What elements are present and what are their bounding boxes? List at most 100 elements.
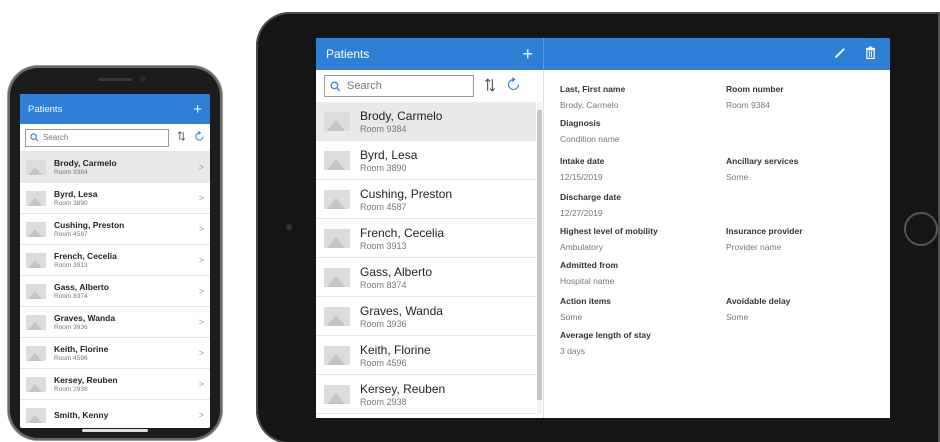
field-ancillary: Ancillary services Some (726, 156, 876, 182)
list-item[interactable]: Graves, Wanda Room 3936 > (20, 307, 210, 338)
tablet-device: Patients + Search Brody, Carmelo Room 93… (256, 12, 940, 442)
list-item[interactable]: Kersey, Reuben Room 2938 > (20, 369, 210, 400)
field-intake-date: Intake date 12/15/2019 (560, 156, 710, 182)
patient-name: Graves, Wanda (360, 303, 443, 318)
phone-add-button[interactable]: + (193, 102, 202, 117)
list-item[interactable]: Keith, Florine Room 4596 (316, 336, 536, 375)
list-item[interactable]: Gass, Alberto Room 8374 > (20, 276, 210, 307)
patient-room: Room 3890 (54, 200, 88, 207)
field-avoidable-delay: Avoidable delay Some (726, 296, 876, 322)
pencil-icon[interactable] (834, 46, 847, 62)
patient-name: Graves, Wanda (54, 313, 116, 323)
list-item[interactable]: Cushing, Preston Room 4587 (316, 180, 536, 219)
patient-thumbnail (26, 159, 46, 175)
list-scrollbar[interactable] (537, 102, 542, 414)
patient-name: Keith, Florine (54, 344, 109, 354)
tablet-title: Patients (326, 47, 370, 61)
patient-name: French, Cecelia (54, 251, 117, 261)
tablet-home-button[interactable] (904, 212, 938, 246)
field-label: Room number (726, 84, 784, 94)
patient-room: Room 3936 (54, 324, 88, 331)
field-value: Some (726, 312, 749, 322)
phone-search-input[interactable]: Search (25, 128, 169, 147)
patient-name: Kersey, Reuben (54, 375, 118, 385)
list-item[interactable]: Cushing, Preston Room 4587 > (20, 214, 210, 245)
list-item[interactable]: French, Cecelia Room 3913 (316, 219, 536, 258)
list-item[interactable]: Byrd, Lesa Room 3890 > (20, 183, 210, 214)
patient-name: Kersey, Reuben (360, 381, 446, 396)
phone-speaker (98, 78, 132, 81)
phone-home-indicator[interactable] (82, 429, 148, 432)
field-value: Some (560, 312, 583, 322)
field-value: 3 days (560, 346, 586, 356)
patient-thumbnail (324, 306, 350, 326)
patient-thumbnail (324, 384, 350, 404)
tablet-search-input[interactable]: Search (324, 75, 474, 97)
phone-screen: Patients + Search Brody, Carmelo Room 938… (20, 94, 210, 428)
field-label: Insurance provider (726, 226, 803, 236)
patient-room: Room 3890 (360, 162, 407, 173)
list-item[interactable]: Gass, Alberto Room 8374 (316, 258, 536, 297)
scrollbar-thumb[interactable] (537, 110, 542, 400)
tablet-screen: Patients + Search Brody, Carmelo Room 93… (316, 38, 890, 418)
trash-icon[interactable] (865, 46, 876, 62)
tablet-body: Search Brody, Carmelo Room 9384 Byrd, Les… (316, 70, 890, 418)
patient-thumbnail (324, 228, 350, 248)
patient-room: Room 3913 (360, 240, 407, 251)
phone-device: Patients + Search Brody, Carmelo Room 938… (8, 66, 222, 440)
phone-title: Patients (28, 103, 63, 115)
list-item[interactable]: French, Cecelia Room 3913 > (20, 245, 210, 276)
list-item[interactable]: Smith, Kenny > (20, 400, 210, 428)
list-item[interactable]: Keith, Florine Room 4596 > (20, 338, 210, 369)
patient-name: Gass, Alberto (54, 282, 109, 292)
field-label: Admitted from (560, 260, 619, 270)
field-value: Some (726, 172, 749, 182)
tablet-detail-header (544, 38, 890, 70)
patient-room: Room 4596 (54, 355, 88, 362)
refresh-icon[interactable] (506, 77, 521, 95)
sort-icon[interactable] (177, 131, 186, 144)
field-diagnosis: Diagnosis Condition name (560, 118, 710, 144)
field-label: Action items (560, 296, 612, 306)
search-icon (330, 80, 341, 91)
chevron-right-icon: > (198, 348, 204, 358)
phone-toolbar: Search (20, 124, 210, 152)
patient-room: Room 8374 (360, 279, 407, 290)
patient-thumbnail (324, 267, 350, 287)
phone-camera (140, 76, 146, 82)
patient-name: Cushing, Preston (360, 186, 453, 201)
field-label: Ancillary services (726, 156, 799, 166)
patient-room: Room 2938 (54, 386, 88, 393)
sort-icon[interactable] (484, 77, 496, 95)
patient-thumbnail (26, 190, 46, 206)
field-label: Avoidable delay (726, 296, 791, 306)
list-item[interactable]: Brody, Carmelo Room 9384 > (20, 152, 210, 183)
list-item[interactable]: Byrd, Lesa Room 3890 (316, 141, 536, 180)
patient-room: Room 3913 (54, 262, 88, 269)
field-label: Last, First name (560, 84, 626, 94)
patient-name: Keith, Florine (360, 342, 431, 357)
list-item[interactable]: Brody, Carmelo Room 9384 (316, 102, 536, 141)
phone-header: Patients + (20, 94, 210, 124)
patient-thumbnail (26, 314, 46, 330)
field-label: Average length of stay (560, 330, 651, 340)
chevron-right-icon: > (198, 410, 204, 420)
patient-room: Room 8374 (54, 293, 88, 300)
field-value: Provider name (726, 242, 782, 252)
patient-room: Room 9384 (54, 169, 88, 176)
list-item[interactable]: Kersey, Reuben Room 2938 (316, 375, 536, 414)
field-action-items: Action items Some (560, 296, 710, 322)
tablet-add-button[interactable]: + (522, 45, 533, 63)
tablet-header: Patients + (316, 38, 890, 70)
patient-name: Byrd, Lesa (360, 147, 418, 162)
refresh-icon[interactable] (194, 130, 205, 145)
chevron-right-icon: > (198, 162, 204, 172)
field-admitted-from: Admitted from Hospital name (560, 260, 710, 286)
patient-name: Brody, Carmelo (360, 108, 443, 123)
phone-search-placeholder: Search (43, 133, 69, 142)
field-value: Ambulatory (560, 242, 603, 252)
patient-room: Room 4587 (360, 201, 407, 212)
chevron-right-icon: > (198, 224, 204, 234)
list-item[interactable]: Graves, Wanda Room 3936 (316, 297, 536, 336)
patient-thumbnail (324, 189, 350, 209)
